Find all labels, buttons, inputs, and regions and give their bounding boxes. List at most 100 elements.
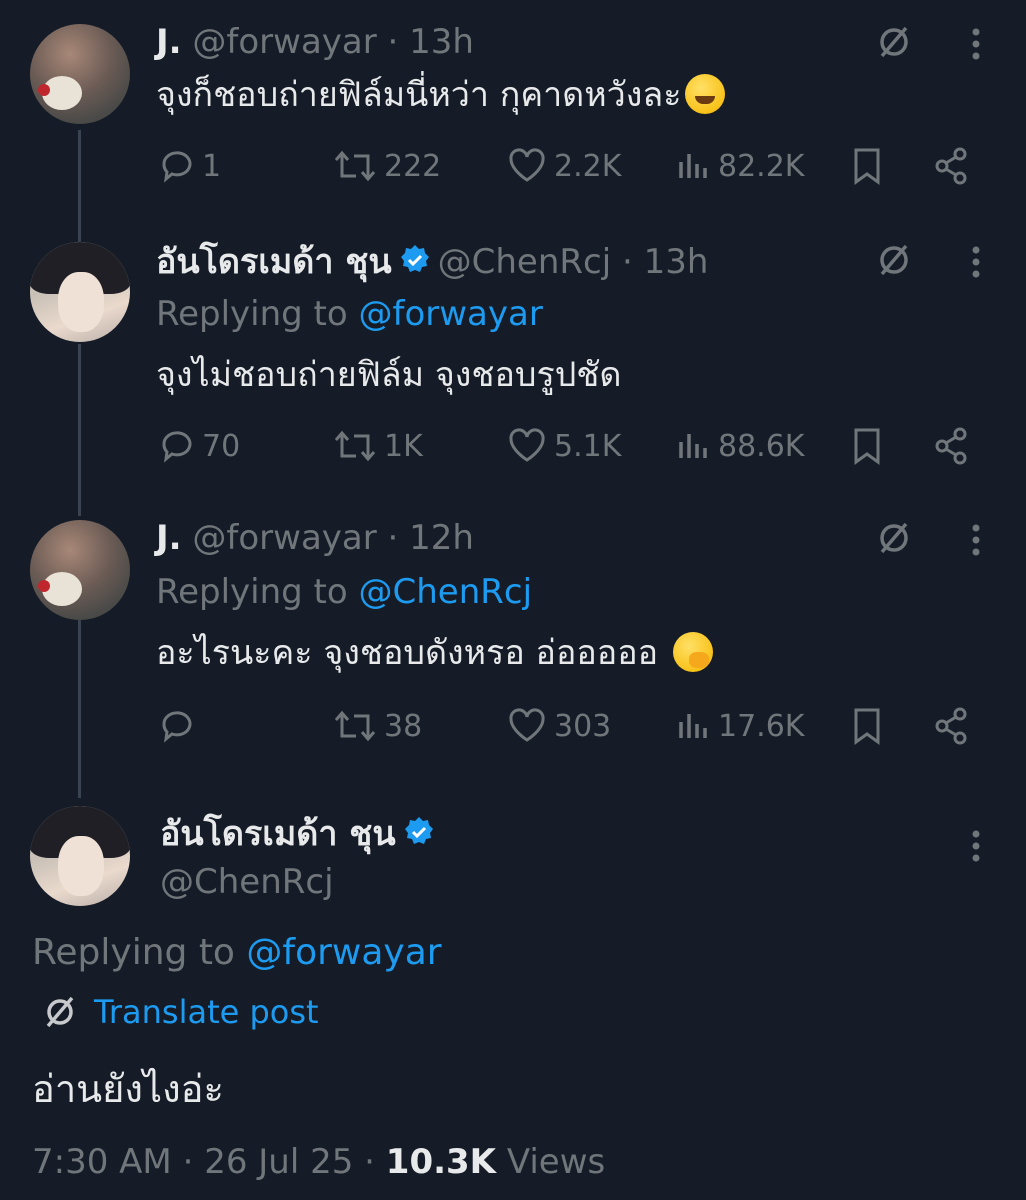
views-label: Views (506, 1142, 606, 1182)
action-bar: 38 303 17.6K (156, 704, 986, 748)
avatar[interactable] (30, 520, 130, 620)
share-icon[interactable] (932, 426, 972, 466)
like-count: 303 (554, 708, 612, 744)
replying-to-label: Replying to (32, 932, 235, 973)
tweet-header: J. @forwayar · 12h (156, 516, 474, 560)
main-tweet: อันโดรเมด้า ชุน @ChenRcj Replying to @fo… (0, 790, 1026, 1200)
replying-to: Replying to @forwayar (156, 292, 543, 336)
like-button[interactable]: 303 (506, 704, 611, 748)
more-options-icon[interactable] (966, 826, 986, 866)
reply-icon (162, 151, 192, 183)
like-button[interactable]: 5.1K (506, 424, 621, 468)
tweet[interactable]: J. @forwayar · 12h Replying to @ChenRcj … (0, 510, 1026, 790)
translate-post-button[interactable]: Translate post (40, 990, 319, 1034)
analytics-icon (679, 154, 707, 178)
display-name[interactable]: อันโดรเมด้า ชุน (160, 814, 396, 854)
tweet-text-content: อะไรนะคะ จุงชอบดังหรอ อ่อออออ (156, 633, 659, 673)
display-name[interactable]: J. (156, 22, 182, 62)
view-count: 88.6K (718, 428, 805, 464)
view-count: 82.2K (718, 148, 805, 184)
share-icon[interactable] (932, 706, 972, 746)
joy-emoji (685, 74, 726, 114)
tweet-text: จุงก็ชอบถ่ายฟิล์มนี่หว่า กุคาดหวังละ (156, 72, 726, 118)
tweet[interactable]: J. @forwayar · 13h จุงก็ชอบถ่ายฟิล์มนี่ห… (0, 0, 1026, 210)
like-count: 2.2K (554, 148, 622, 184)
retweet-count: 1K (384, 428, 423, 464)
more-options-icon[interactable] (966, 24, 986, 64)
replying-to: Replying to @forwayar (32, 930, 442, 976)
retweet-count: 38 (384, 708, 423, 744)
reply-button[interactable] (156, 704, 202, 748)
views-button[interactable]: 82.2K (676, 144, 804, 188)
display-name[interactable]: J. (156, 518, 182, 558)
verified-badge-icon (400, 245, 429, 272)
grok-icon[interactable] (874, 240, 914, 280)
handle[interactable]: @forwayar (192, 22, 376, 62)
views-button[interactable]: 88.6K (676, 424, 804, 468)
tweet-text-content: จุงก็ชอบถ่ายฟิล์มนี่หว่า กุคาดหวังละ (156, 75, 682, 115)
analytics-icon (679, 434, 707, 458)
tweet-text: อ่านยังไงอ่ะ (32, 1067, 224, 1111)
display-name[interactable]: อันโดรเมด้า ชุน (156, 242, 392, 282)
post-date[interactable]: · 26 Jul 25 · (183, 1142, 375, 1182)
view-count: 17.6K (718, 708, 805, 744)
avatar[interactable] (30, 806, 130, 906)
more-options-icon[interactable] (966, 242, 986, 282)
heart-icon (509, 148, 545, 182)
bookmark-icon[interactable] (850, 146, 884, 186)
retweet-icon (334, 710, 376, 742)
mention-link[interactable]: @forwayar (246, 932, 441, 973)
bookmark-icon[interactable] (850, 426, 884, 466)
action-bar: 70 1K 5.1K 88.6K (156, 424, 986, 468)
tweet-meta: 7:30 AM · 26 Jul 25 · 10.3K Views (32, 1140, 605, 1184)
mention-link[interactable]: @forwayar (359, 294, 543, 334)
reply-button[interactable]: 70 (156, 424, 240, 468)
reply-button[interactable]: 1 (156, 144, 221, 188)
handle[interactable]: @ChenRcj (160, 860, 334, 904)
handle[interactable]: @forwayar (192, 518, 376, 558)
replying-to-label: Replying to (156, 572, 348, 612)
tweet-text: อะไรนะคะ จุงชอบดังหรอ อ่อออออ (156, 630, 713, 676)
tweet-text: จุงไม่ชอบถ่ายฟิล์ม จุงชอบรูปชัด (156, 355, 622, 395)
hand-over-mouth-emoji (672, 632, 713, 672)
translate-icon (46, 996, 74, 1028)
avatar[interactable] (30, 24, 130, 124)
grok-icon[interactable] (874, 22, 914, 62)
like-count: 5.1K (554, 428, 622, 464)
action-bar: 1 222 2.2K 82.2K (156, 144, 986, 188)
verified-badge-icon (404, 817, 433, 844)
heart-icon (509, 708, 545, 742)
display-name-row: อันโดรเมด้า ชุน (160, 812, 442, 856)
views-button[interactable]: 17.6K (676, 704, 804, 748)
analytics-icon (679, 714, 707, 738)
retweet-icon (334, 430, 376, 462)
replying-to: Replying to @ChenRcj (156, 570, 532, 614)
retweet-count: 222 (384, 148, 442, 184)
like-button[interactable]: 2.2K (506, 144, 621, 188)
handle[interactable]: @ChenRcj (438, 242, 612, 282)
timestamp[interactable]: · 13h (622, 242, 708, 282)
more-options-icon[interactable] (966, 520, 986, 560)
replying-to-label: Replying to (156, 294, 348, 334)
retweet-button[interactable]: 222 (332, 144, 441, 188)
reply-icon (162, 431, 192, 463)
tweet[interactable]: อันโดรเมด้า ชุน @ChenRcj · 13h Replying t… (0, 210, 1026, 510)
share-icon[interactable] (932, 146, 972, 186)
reply-count: 70 (202, 428, 241, 464)
retweet-icon (334, 150, 376, 182)
mention-link[interactable]: @ChenRcj (359, 572, 533, 612)
translate-label: Translate post (94, 993, 319, 1031)
grok-icon[interactable] (874, 518, 914, 558)
timestamp[interactable]: · 13h (388, 22, 474, 62)
views-count: 10.3K (385, 1142, 497, 1182)
reply-icon (162, 711, 192, 743)
post-time[interactable]: 7:30 AM (32, 1142, 172, 1182)
retweet-button[interactable]: 38 (332, 704, 422, 748)
avatar[interactable] (30, 242, 130, 342)
timestamp[interactable]: · 12h (388, 518, 474, 558)
tweet-header: อันโดรเมด้า ชุน @ChenRcj · 13h (156, 240, 708, 284)
retweet-button[interactable]: 1K (332, 424, 423, 468)
tweet-header: J. @forwayar · 13h (156, 20, 474, 64)
bookmark-icon[interactable] (850, 706, 884, 746)
heart-icon (509, 428, 545, 462)
